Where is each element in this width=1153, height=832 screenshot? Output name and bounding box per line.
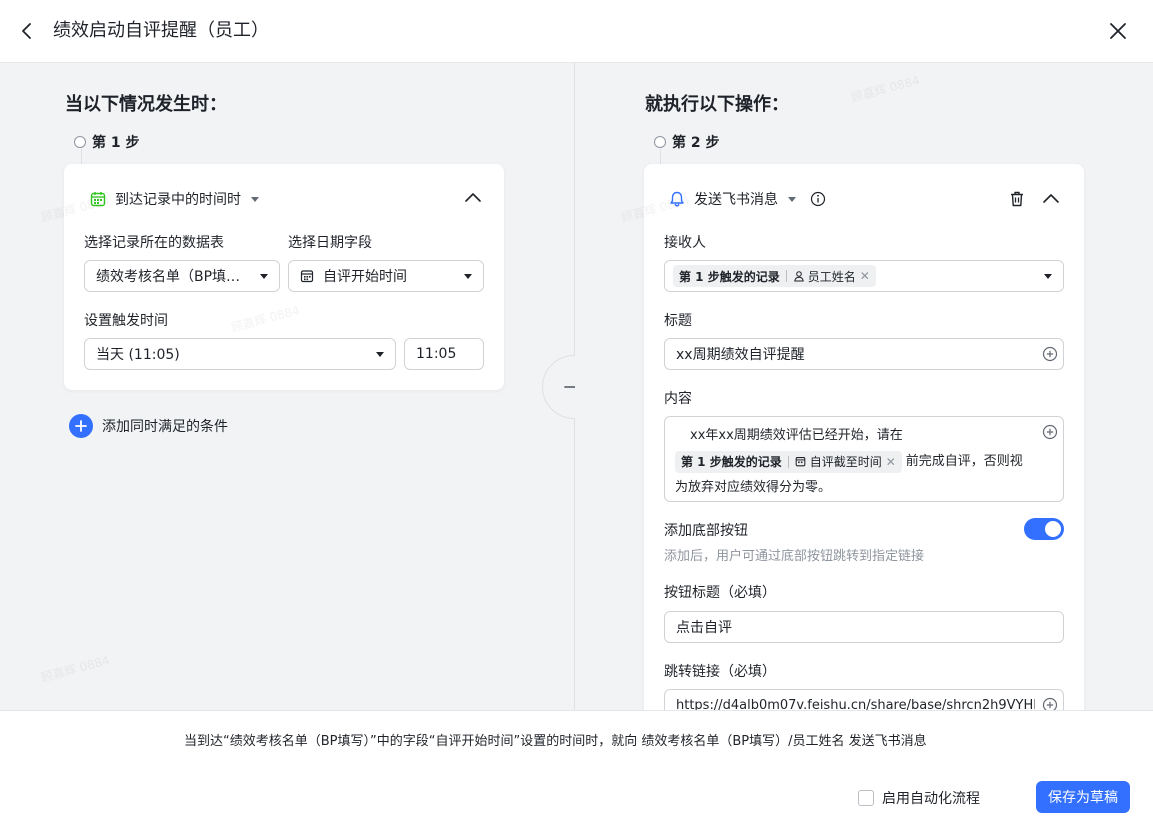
add-condition-button[interactable]: 添加同时满足的条件 <box>69 414 228 438</box>
trigger-pane-title: 当以下情况发生时： <box>65 94 227 115</box>
receiver-select[interactable]: 第 1 步触发的记录 员工姓名 ✕ <box>664 260 1064 292</box>
chevron-down-icon <box>376 351 384 357</box>
chevron-down-icon <box>1044 273 1052 279</box>
back-arrow-icon[interactable] <box>14 18 40 44</box>
page-title: 绩效启动自评提醒（员工） <box>53 20 269 41</box>
chevron-down-icon <box>251 196 259 202</box>
close-icon[interactable] <box>1105 18 1131 44</box>
button-title-input[interactable]: 点击自评 <box>664 611 1064 643</box>
collapse-icon[interactable] <box>1042 191 1060 209</box>
trigger-time-label: 设置触发时间 <box>84 313 168 329</box>
checkbox-icon <box>858 790 874 806</box>
chevron-down-icon <box>788 196 796 202</box>
trash-icon[interactable] <box>1008 190 1026 212</box>
calendar-green-icon <box>90 192 106 207</box>
calendar-icon <box>795 457 806 467</box>
receiver-label: 接收人 <box>664 235 706 251</box>
bell-icon <box>670 191 684 207</box>
action-pane-title: 就执行以下操作： <box>645 94 789 115</box>
plus-icon <box>69 414 93 438</box>
save-draft-button[interactable]: 保存为草稿 <box>1036 781 1130 813</box>
receiver-chip[interactable]: 第 1 步触发的记录 员工姓名 ✕ <box>673 265 876 287</box>
link-label: 跳转链接（必填） <box>664 664 776 680</box>
content-chip[interactable]: 第 1 步触发的记录 自评截至时间 ✕ <box>675 449 902 475</box>
chevron-down-icon <box>464 273 472 279</box>
trigger-time-input[interactable]: 11:05 <box>404 338 484 370</box>
link-input[interactable]: https://d4alb0m07v.feishu.cn/share/base/… <box>664 689 1064 710</box>
title-label: 标题 <box>664 313 692 329</box>
step-dot <box>654 136 666 148</box>
table-select[interactable]: 绩效考核名单（BP填… <box>84 260 280 292</box>
action-type-selector[interactable]: 发送飞书消息 <box>669 189 826 209</box>
bottom-button-hint: 添加后，用户可通过底部按钮跳转到指定链接 <box>664 549 925 564</box>
insert-field-icon[interactable] <box>1042 424 1058 440</box>
insert-field-icon[interactable] <box>1042 697 1058 710</box>
date-field-select[interactable]: 自评开始时间 <box>288 260 484 292</box>
trigger-pane: 当以下情况发生时： 第 1 步 到达记录中的时间时 选择记录所在的数据表 选择日… <box>0 63 574 710</box>
calendar-icon <box>300 270 314 283</box>
content-label: 内容 <box>664 391 692 407</box>
insert-field-icon[interactable] <box>1042 346 1058 362</box>
action-pane: 就执行以下操作： 第 2 步 发送飞书消息 接收人 第 1 步触发的记录 员工姓… <box>575 63 1153 710</box>
chevron-down-icon <box>260 273 268 279</box>
collapse-icon[interactable] <box>464 190 482 208</box>
info-icon[interactable] <box>810 191 826 207</box>
table-label: 选择记录所在的数据表 <box>84 235 224 251</box>
bottom-button-label: 添加底部按钮 <box>664 523 748 539</box>
dialog-header: 绩效启动自评提醒（员工） <box>0 0 1153 63</box>
person-icon <box>793 271 804 282</box>
automation-summary: 当到达“绩效考核名单（BP填写）”中的字段“自评开始时间”设置的时间时，就向 绩… <box>184 734 927 749</box>
remove-chip-icon[interactable]: ✕ <box>886 449 896 475</box>
bottom-button-toggle[interactable] <box>1024 518 1064 540</box>
date-field-label: 选择日期字段 <box>288 235 372 251</box>
trigger-time-select[interactable]: 当天 (11:05) <box>84 338 396 370</box>
action-card: 发送飞书消息 接收人 第 1 步触发的记录 员工姓名 ✕ 标题 xx周期绩效自评… <box>644 164 1084 710</box>
button-title-label: 按钮标题（必填） <box>664 585 776 601</box>
step-1-label: 第 1 步 <box>74 132 140 152</box>
trigger-type-selector[interactable]: 到达记录中的时间时 <box>90 189 259 209</box>
step-dot <box>74 136 86 148</box>
remove-chip-icon[interactable]: ✕ <box>860 269 870 283</box>
enable-automation-checkbox[interactable]: 启用自动化流程 <box>858 788 980 808</box>
message-content-input[interactable]: xx年xx周期绩效评估已经开始，请在 第 1 步触发的记录 自评截至时间 ✕ 前… <box>664 416 1064 502</box>
step-2-label: 第 2 步 <box>654 132 720 152</box>
footer-bar: 当到达“绩效考核名单（BP填写）”中的字段“自评开始时间”设置的时间时，就向 绩… <box>0 710 1153 832</box>
message-title-input[interactable]: xx周期绩效自评提醒 <box>664 338 1064 370</box>
trigger-card: 到达记录中的时间时 选择记录所在的数据表 选择日期字段 绩效考核名单（BP填… … <box>64 164 504 390</box>
